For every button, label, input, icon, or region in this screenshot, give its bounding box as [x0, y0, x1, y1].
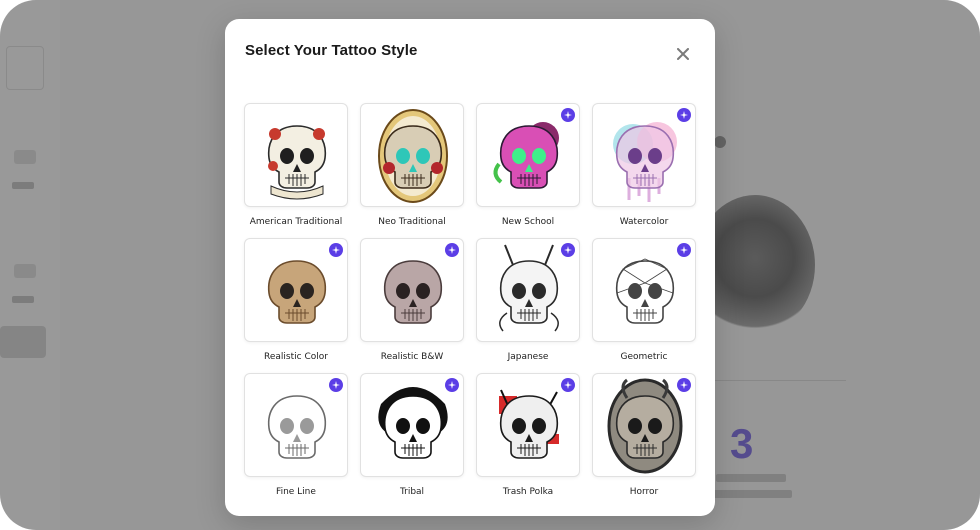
style-card[interactable] — [592, 103, 696, 207]
style-card[interactable] — [592, 373, 696, 477]
style-label: American Traditional — [249, 217, 343, 227]
style-option[interactable]: New School — [476, 103, 580, 227]
american-traditional-skull-icon — [267, 125, 327, 200]
style-option[interactable]: Geometric — [592, 238, 696, 362]
style-option[interactable]: Neo Traditional — [360, 103, 464, 227]
style-label: Neo Traditional — [378, 217, 446, 227]
style-label: Fine Line — [276, 487, 316, 497]
style-card[interactable] — [476, 238, 580, 342]
style-option[interactable]: Tribal — [360, 373, 464, 497]
style-card[interactable] — [244, 238, 348, 342]
premium-sparkle-icon — [561, 243, 575, 257]
style-card[interactable] — [476, 373, 580, 477]
style-option[interactable]: American Traditional — [244, 103, 348, 227]
modal-title: Select Your Tattoo Style — [245, 42, 418, 59]
close-icon — [677, 48, 689, 60]
neo-traditional-skull-icon — [378, 109, 448, 203]
style-card[interactable] — [592, 238, 696, 342]
premium-sparkle-icon — [329, 243, 343, 257]
style-option[interactable]: Japanese — [476, 238, 580, 362]
style-card[interactable] — [244, 373, 348, 477]
style-card[interactable] — [244, 103, 348, 207]
style-label: New School — [501, 217, 555, 227]
style-option[interactable]: Horror — [592, 373, 696, 497]
style-option[interactable]: Realistic Color — [244, 238, 348, 362]
style-label: Horror — [629, 487, 659, 497]
style-option[interactable]: Trash Polka — [476, 373, 580, 497]
style-card[interactable] — [476, 103, 580, 207]
premium-sparkle-icon — [561, 378, 575, 392]
app-frame: 3 Select Your Tattoo Style American Trad… — [0, 0, 980, 530]
style-label: Realistic Color — [264, 352, 328, 362]
premium-sparkle-icon — [445, 243, 459, 257]
style-option[interactable]: Fine Line — [244, 373, 348, 497]
tattoo-style-modal: Select Your Tattoo Style American Tradit… — [225, 19, 715, 516]
premium-sparkle-icon — [561, 108, 575, 122]
style-card[interactable] — [360, 373, 464, 477]
premium-sparkle-icon — [677, 108, 691, 122]
style-label: Tribal — [399, 487, 425, 497]
style-card[interactable] — [360, 238, 464, 342]
premium-sparkle-icon — [445, 378, 459, 392]
premium-sparkle-icon — [329, 378, 343, 392]
style-label: Trash Polka — [502, 487, 554, 497]
premium-sparkle-icon — [677, 378, 691, 392]
style-label: Watercolor — [619, 217, 669, 227]
style-option[interactable]: Realistic B&W — [360, 238, 464, 362]
close-button[interactable] — [671, 42, 695, 66]
style-label: Geometric — [620, 352, 668, 362]
style-label: Japanese — [507, 352, 549, 362]
style-label: Realistic B&W — [380, 352, 444, 362]
style-option[interactable]: Watercolor — [592, 103, 696, 227]
premium-sparkle-icon — [677, 243, 691, 257]
style-card[interactable] — [360, 103, 464, 207]
